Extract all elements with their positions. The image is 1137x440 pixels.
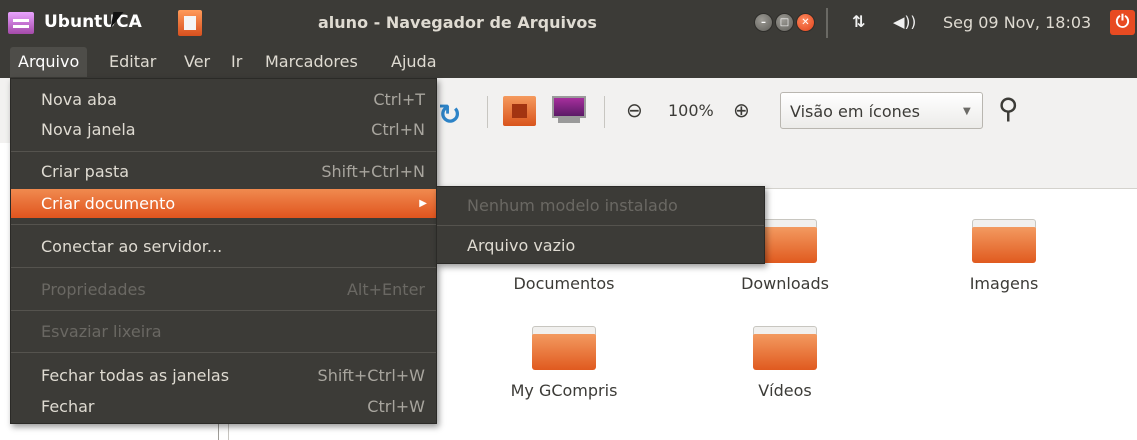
menu-ir[interactable]: Ir — [231, 52, 242, 71]
network-updown-icon[interactable]: ⇅ — [852, 12, 865, 31]
search-icon[interactable]: ⚲ — [998, 92, 1019, 125]
window-title: aluno - Navegador de Arquivos — [318, 13, 597, 32]
minimize-icon: – — [761, 17, 766, 28]
menu-item-label: Criar pasta — [41, 162, 130, 181]
menu-item-shortcut: Ctrl+W — [367, 397, 425, 416]
menu-item-nova-aba[interactable]: Nova aba Ctrl+T — [11, 85, 436, 115]
menu-separator — [437, 225, 764, 226]
criar-documento-submenu: Nenhum modelo instalado Arquivo vazio — [436, 186, 765, 264]
menu-item-shortcut: Ctrl+N — [371, 120, 425, 139]
computer-base — [558, 118, 580, 123]
menu-item-label: Criar documento — [41, 194, 176, 213]
menu-item-label: Esvaziar lixeira — [41, 322, 162, 341]
zoom-out-icon[interactable]: ⊖ — [626, 98, 643, 122]
maximize-button[interactable]: □ — [775, 13, 794, 32]
menu-separator — [11, 151, 436, 152]
power-icon[interactable]: ⏻ — [1110, 10, 1135, 35]
arquivo-dropdown-menu: Nova aba Ctrl+T Nova janela Ctrl+N Criar… — [10, 78, 437, 424]
menu-ajuda[interactable]: Ajuda — [391, 52, 437, 71]
zoom-in-icon[interactable]: ⊕ — [733, 98, 750, 122]
menu-bar: Editar Ver Ir Marcadores Ajuda — [0, 46, 1137, 78]
menu-ver[interactable]: Ver — [184, 52, 210, 71]
menu-item-fechar[interactable]: Fechar Ctrl+W — [11, 392, 436, 422]
menu-item-conectar-servidor[interactable]: Conectar ao servidor... — [11, 232, 436, 262]
menu-separator — [11, 267, 436, 268]
folder-label: Imagens — [969, 274, 1039, 293]
menu-item-shortcut: Ctrl+T — [373, 90, 425, 109]
menu-item-shortcut: Shift+Ctrl+W — [317, 366, 425, 385]
view-mode-label: Visão em ícones — [790, 102, 920, 121]
folder-label: Vídeos — [758, 381, 812, 400]
menu-marcadores[interactable]: Marcadores — [265, 52, 358, 71]
close-button[interactable]: ✕ — [796, 13, 815, 32]
clock[interactable]: Seg 09 Nov, 18:03 — [943, 13, 1091, 32]
minimize-button[interactable]: – — [754, 13, 773, 32]
view-mode-select[interactable]: Visão em ícones ▼ — [780, 92, 983, 129]
folder-icon — [972, 219, 1036, 263]
submenu-arrow-icon: ▶ — [419, 198, 427, 209]
toolbar-divider — [487, 96, 488, 128]
computer-screen — [552, 96, 586, 118]
app-logo-icon[interactable] — [8, 12, 34, 34]
menu-item-fechar-todas[interactable]: Fechar todas as janelas Shift+Ctrl+W — [11, 361, 436, 391]
menu-item-label: Propriedades — [41, 280, 146, 299]
menu-item-esvaziar-lixeira: Esvaziar lixeira — [11, 317, 436, 347]
menu-separator — [11, 224, 436, 225]
computer-icon[interactable] — [552, 96, 586, 124]
home-folder-icon[interactable] — [503, 96, 536, 126]
menu-item-label: Nova janela — [41, 120, 136, 139]
menu-separator — [11, 310, 436, 311]
toolbar-divider — [604, 96, 605, 128]
menu-item-label: Conectar ao servidor... — [41, 237, 223, 256]
panel-divider — [826, 8, 828, 38]
menu-item-criar-documento[interactable]: Criar documento ▶ — [11, 189, 436, 218]
folder-icon — [753, 326, 817, 370]
menu-item-propriedades: Propriedades Alt+Enter — [11, 275, 436, 305]
folder-item-imagens[interactable]: Imagens — [939, 219, 1069, 309]
menu-arquivo[interactable]: Arquivo — [10, 47, 88, 77]
zoom-level: 100% — [668, 101, 714, 120]
folder-icon — [532, 326, 596, 370]
folder-item-videos[interactable]: Vídeos — [720, 326, 850, 416]
menu-item-nova-janela[interactable]: Nova janela Ctrl+N — [11, 115, 436, 145]
close-icon: ✕ — [801, 17, 810, 28]
menu-item-label: Fechar — [41, 397, 95, 416]
chevron-down-icon: ▼ — [963, 106, 971, 117]
reload-icon[interactable]: ↻ — [438, 98, 461, 131]
folder-label: Downloads — [741, 274, 829, 293]
file-manager-icon[interactable] — [178, 10, 202, 36]
maximize-icon: □ — [779, 17, 790, 28]
folder-label: Documentos — [513, 274, 615, 293]
folder-item-my-gcompris[interactable]: My GCompris — [499, 326, 629, 416]
menu-item-shortcut: Shift+Ctrl+N — [321, 162, 425, 181]
menu-item-label: Nova aba — [41, 90, 117, 109]
submenu-item-arquivo-vazio[interactable]: Arquivo vazio — [467, 236, 575, 255]
mouse-cursor-icon — [110, 12, 131, 28]
menu-item-criar-pasta[interactable]: Criar pasta Shift+Ctrl+N — [11, 157, 436, 187]
menu-separator — [11, 352, 436, 353]
menu-item-label: Fechar todas as janelas — [41, 366, 230, 385]
submenu-item-nenhum-modelo: Nenhum modelo instalado — [467, 196, 678, 215]
menu-editar[interactable]: Editar — [109, 52, 156, 71]
volume-icon[interactable]: ◀)) — [893, 13, 916, 31]
menu-item-shortcut: Alt+Enter — [346, 280, 425, 299]
folder-label: My GCompris — [510, 381, 618, 400]
